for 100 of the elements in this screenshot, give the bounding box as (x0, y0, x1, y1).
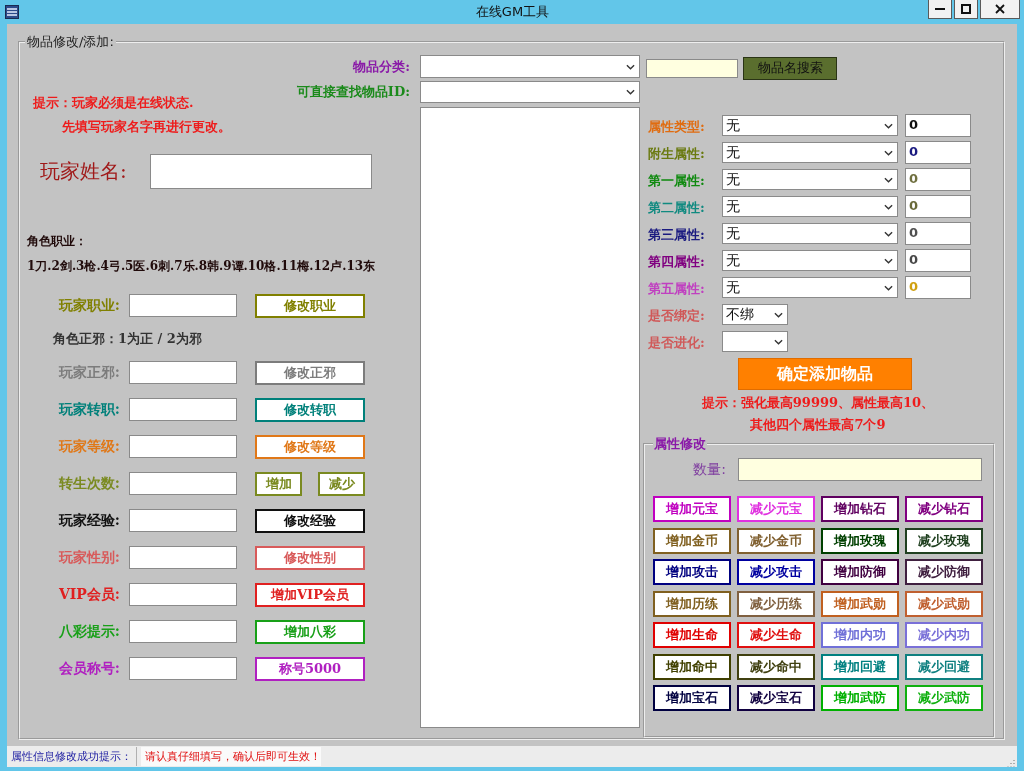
input-field[interactable] (129, 546, 237, 569)
action-button[interactable]: 修改等级 (255, 434, 365, 459)
attribute-button[interactable]: 增加钻石 (821, 496, 899, 522)
input-field[interactable] (129, 361, 237, 384)
attribute-button[interactable]: 增加命中 (653, 653, 731, 680)
maximize-button[interactable] (954, 0, 978, 19)
action-button[interactable]: 修改职业 (255, 293, 365, 318)
minimize-button[interactable] (928, 0, 952, 19)
attribute-button[interactable]: 减少玫瑰 (905, 527, 983, 554)
action-button[interactable]: 修改正邪 (255, 360, 365, 385)
chevron-down-icon (884, 284, 893, 291)
attribute-button[interactable]: 增加元宝 (653, 496, 731, 522)
chevron-down-icon (884, 257, 893, 264)
action-button[interactable]: 增加 (255, 471, 302, 496)
note-text: 角色正邪：1为正 / 2为邪 (53, 330, 202, 348)
group-title: 属性修改 (653, 436, 707, 452)
chevron-down-icon (626, 89, 635, 95)
attribute-button[interactable]: 减少生命 (737, 622, 815, 648)
amount-field[interactable]: 0 (905, 141, 971, 164)
action-button[interactable]: 增加VIP会员 (255, 582, 365, 607)
close-button[interactable] (980, 0, 1020, 19)
category-label: 物品分类: (353, 57, 410, 76)
attribute-label: 第二属性: (648, 199, 705, 215)
field-label: 玩家转职: (58, 400, 120, 419)
attribute-button[interactable]: 减少元宝 (737, 496, 815, 522)
attribute-button[interactable]: 减少武防 (905, 685, 983, 711)
attribute-select[interactable]: 无 (722, 250, 898, 271)
chevron-down-icon (626, 63, 635, 70)
action-button[interactable]: 称号5000 (255, 656, 365, 681)
player-name-label: 玩家姓名: (39, 158, 128, 185)
resize-grip-icon[interactable] (1005, 757, 1015, 767)
search-button[interactable]: 物品名搜索 (743, 56, 837, 80)
input-field[interactable] (129, 472, 237, 495)
field-label: 玩家等级: (58, 437, 120, 456)
option-select[interactable]: 不绑 (722, 304, 788, 325)
input-field[interactable] (129, 398, 237, 421)
attribute-select[interactable]: 无 (722, 277, 898, 298)
attribute-button[interactable]: 减少内功 (905, 622, 983, 648)
attribute-button[interactable]: 增加武防 (821, 685, 899, 711)
attribute-button[interactable]: 减少武勋 (905, 590, 983, 617)
attribute-button[interactable]: 减少回避 (905, 653, 983, 680)
amount-field[interactable]: 0 (905, 249, 971, 272)
attribute-select[interactable]: 无 (722, 169, 898, 190)
attribute-button[interactable]: 增加攻击 (653, 559, 731, 585)
player-name-field[interactable] (150, 154, 372, 189)
search-field[interactable] (646, 58, 738, 78)
input-field[interactable] (129, 620, 237, 643)
attribute-select[interactable]: 无 (722, 142, 898, 163)
attribute-button[interactable]: 增加历练 (653, 590, 731, 617)
attribute-label: 第五属性: (648, 280, 705, 296)
attribute-label: 附生属性: (648, 145, 705, 161)
action-button[interactable]: 减少 (318, 471, 365, 496)
input-field[interactable] (129, 583, 237, 606)
attribute-button[interactable]: 增加内功 (821, 622, 899, 648)
attribute-label: 第三属性: (648, 226, 705, 242)
attribute-button[interactable]: 减少宝石 (737, 685, 815, 711)
field-label: 会员称号: (58, 659, 120, 678)
attribute-button[interactable]: 增加生命 (653, 622, 731, 648)
option-label: 是否绑定: (648, 307, 705, 323)
attribute-button[interactable]: 减少防御 (905, 559, 983, 585)
attribute-button[interactable]: 增加金币 (653, 527, 731, 554)
action-button[interactable]: 增加八彩 (255, 619, 365, 644)
attribute-label: 第一属性: (648, 172, 705, 188)
attribute-button[interactable]: 减少攻击 (737, 559, 815, 585)
input-field[interactable] (129, 657, 237, 680)
attribute-label: 第四属性: (648, 253, 705, 269)
window-title: 在线GM工具 (475, 3, 550, 21)
quantity-field[interactable] (738, 458, 982, 481)
job-list-text: 1刀.2剑.3枪.4弓.5医.6刺.7乐.8韩.9谭.10格.11梅.12卢.13东 (27, 259, 376, 273)
action-button[interactable]: 修改性别 (255, 545, 365, 570)
input-field[interactable] (129, 294, 237, 317)
attribute-select[interactable]: 无 (722, 223, 898, 244)
attribute-button[interactable]: 增加防御 (821, 559, 899, 585)
attribute-button[interactable]: 增加回避 (821, 653, 899, 680)
action-button[interactable]: 修改转职 (255, 397, 365, 422)
amount-field[interactable]: 0 (905, 168, 971, 191)
chevron-down-icon (884, 230, 893, 237)
attribute-select[interactable]: 无 (722, 196, 898, 217)
attribute-button[interactable]: 减少钻石 (905, 496, 983, 522)
attribute-button[interactable]: 增加玫瑰 (821, 527, 899, 554)
amount-field[interactable]: 0 (905, 222, 971, 245)
attribute-label: 属性类型: (648, 118, 705, 134)
amount-field[interactable]: 0 (905, 195, 971, 218)
attribute-button[interactable]: 增加武勋 (821, 590, 899, 617)
amount-field[interactable]: 0 (905, 114, 971, 137)
app-icon (5, 5, 19, 19)
item-id-select[interactable] (420, 81, 640, 103)
attribute-button[interactable]: 减少金币 (737, 527, 815, 554)
input-field[interactable] (129, 435, 237, 458)
category-select[interactable] (420, 55, 640, 78)
option-select[interactable] (722, 331, 788, 352)
field-label: 玩家正邪: (58, 363, 120, 382)
attribute-button[interactable]: 减少历练 (737, 590, 815, 617)
action-button[interactable]: 修改经验 (255, 508, 365, 533)
attribute-button[interactable]: 增加宝石 (653, 685, 731, 711)
attribute-button[interactable]: 减少命中 (737, 653, 815, 680)
hint-text: 提示：强化最高99999、属性最高10、 (701, 395, 935, 410)
attribute-select[interactable]: 无 (722, 115, 898, 136)
group-title: 物品修改/添加: (26, 34, 115, 50)
input-field[interactable] (129, 509, 237, 532)
